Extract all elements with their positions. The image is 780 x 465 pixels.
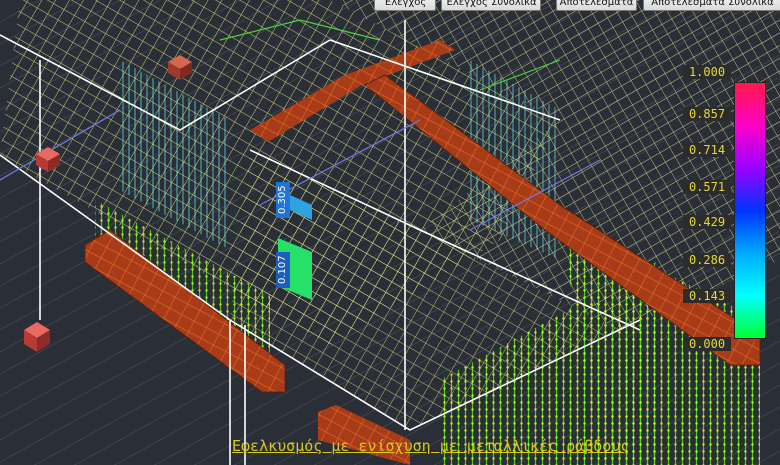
results-all-button[interactable]: Αποτελέσματα Συνολικά [643,0,780,11]
legend-label: 0.714 [683,143,731,157]
check-all-button[interactable]: Έλεγχος Συνολικά [441,0,541,11]
legend-gradient-bar [734,82,766,339]
value-tag-lower: 0.107 [276,252,290,288]
check-button[interactable]: Έλεγχος [374,0,436,11]
legend-label: 0.429 [683,215,731,229]
model-viewport[interactable] [0,0,780,465]
legend-label: 1.000 [683,65,731,79]
legend-label: 0.000 [683,337,731,351]
legend-label: 0.143 [683,289,731,303]
legend-label: 0.571 [683,180,731,194]
results-button[interactable]: Αποτελέσματα [556,0,637,11]
value-tag-upper: 0.305 [276,182,290,218]
legend-label: 0.857 [683,107,731,121]
analysis-caption: Εφελκυσμός με ενίσχυση με μεταλλικές ράβ… [232,437,630,455]
legend-label: 0.286 [683,253,731,267]
